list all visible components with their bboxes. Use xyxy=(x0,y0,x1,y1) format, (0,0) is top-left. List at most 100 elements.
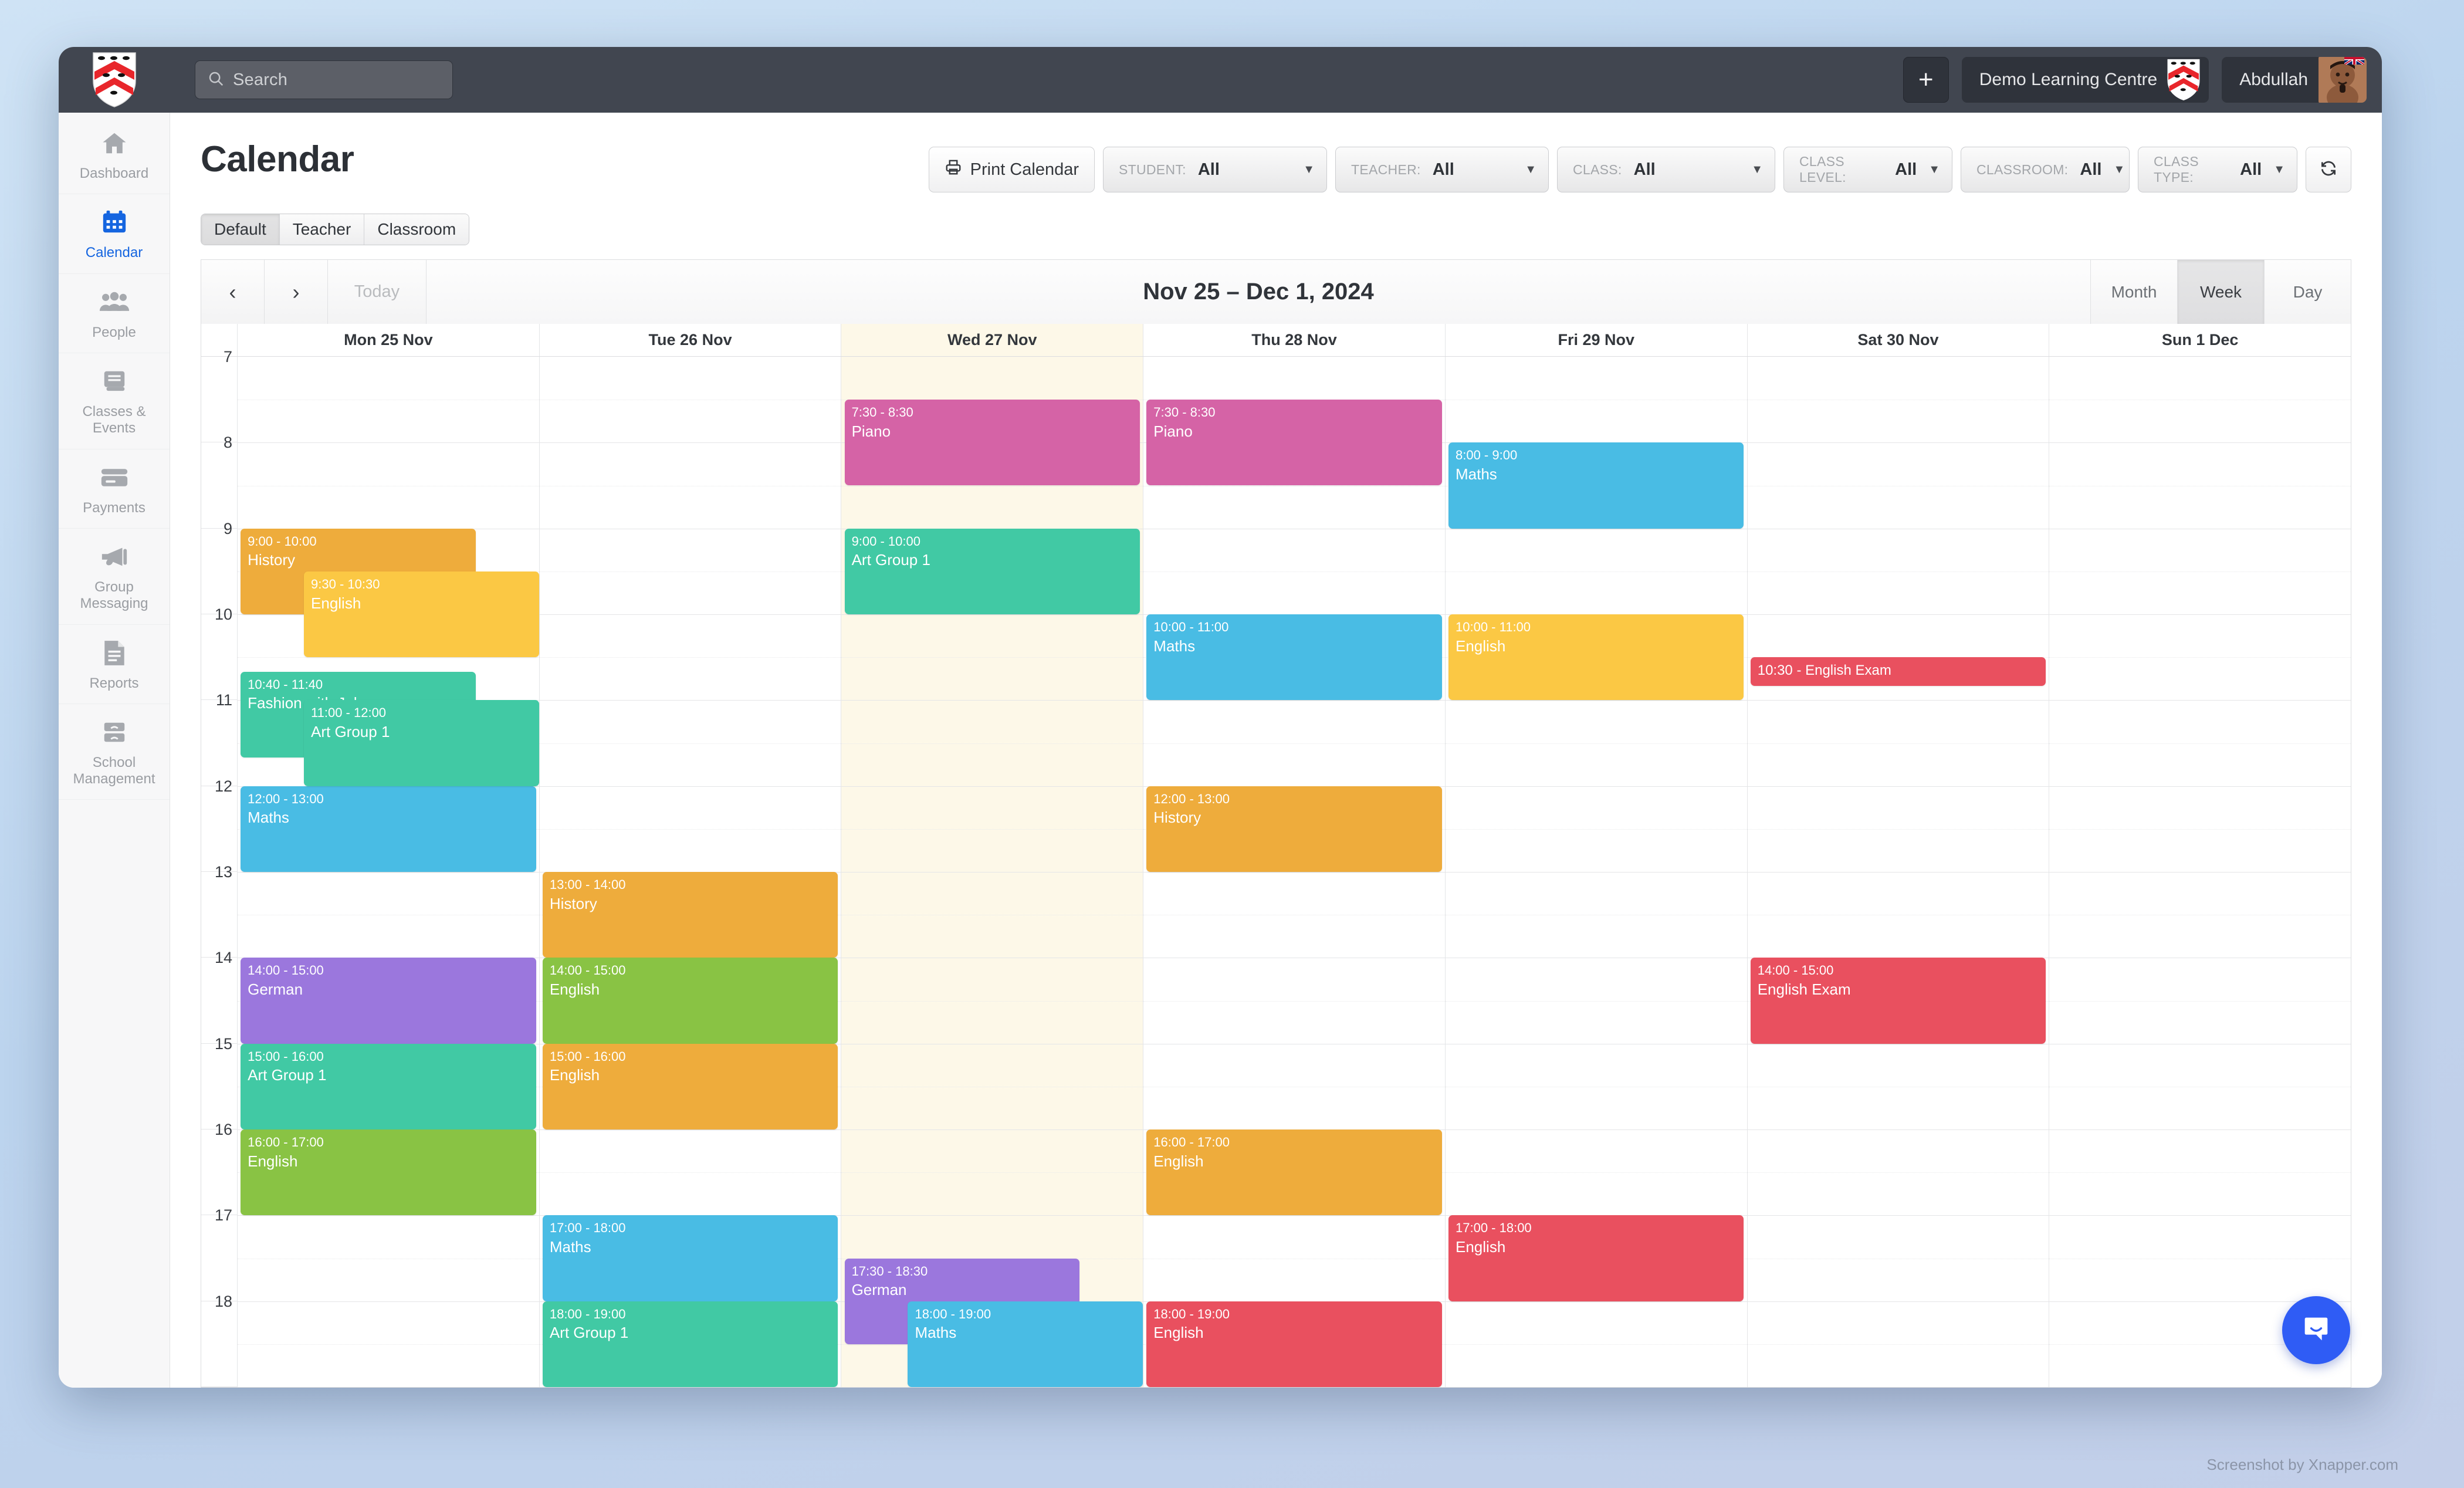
calendar-event[interactable]: 15:00 - 16:00 English xyxy=(542,1043,838,1129)
calendar-event[interactable]: 17:00 - 18:00 Maths xyxy=(542,1215,838,1301)
calendar-event[interactable]: 16:00 - 17:00 English xyxy=(1146,1129,1442,1216)
event-time: 12:00 - 13:00 xyxy=(1153,791,1230,806)
day-column-1[interactable]: 13:00 - 14:00 History 14:00 - 15:00 English… xyxy=(539,357,842,1387)
hour-label-text: 12 xyxy=(214,777,232,795)
tab-teacher[interactable]: Teacher xyxy=(279,214,365,245)
calendar-event[interactable]: 17:00 - 18:00 English xyxy=(1448,1215,1744,1301)
hour-gridline xyxy=(841,1215,1143,1216)
previous-week-button[interactable]: ‹ xyxy=(201,260,265,324)
event-time: 10:00 - 11:00 xyxy=(1456,620,1531,634)
day-header-4[interactable]: Fri 29 Nov xyxy=(1446,324,1748,356)
document-icon xyxy=(63,638,165,668)
calendar-event[interactable]: 10:30 - English Exam xyxy=(1750,657,2046,686)
filter-teacher[interactable]: TEACHER: All ▼ xyxy=(1335,147,1549,192)
calendar-event[interactable]: 12:00 - 13:00 Maths xyxy=(241,786,536,872)
day-header-6[interactable]: Sun 1 Dec xyxy=(2049,324,2351,356)
day-header-1[interactable]: Tue 26 Nov xyxy=(540,324,842,356)
view-button-month[interactable]: Month xyxy=(2090,260,2177,324)
chevron-down-icon: ▼ xyxy=(1303,163,1315,176)
sidebar-item-group-messaging[interactable]: Group Messaging xyxy=(59,529,170,625)
chat-widget-button[interactable] xyxy=(2282,1296,2350,1364)
calendar-event[interactable]: 7:30 - 8:30 Piano xyxy=(1146,400,1442,486)
sidebar-item-people[interactable]: People xyxy=(59,274,170,353)
brand-logo[interactable] xyxy=(59,52,170,108)
tab-classroom[interactable]: Classroom xyxy=(364,214,469,245)
calendar-event[interactable]: 18:00 - 19:00 English xyxy=(1146,1301,1442,1387)
filter-classroom[interactable]: CLASSROOM: All ▼ xyxy=(1961,147,2130,192)
calendar-event[interactable]: 9:30 - 10:30 English xyxy=(304,571,539,658)
calendar-event[interactable]: 18:00 - 19:00 Art Group 1 xyxy=(542,1301,838,1387)
filter-student[interactable]: STUDENT: All ▼ xyxy=(1103,147,1327,192)
sidebar-item-reports[interactable]: Reports xyxy=(59,625,170,704)
calendar-event[interactable]: 8:00 - 9:00 Maths xyxy=(1448,442,1744,529)
calendar-event[interactable]: 12:00 - 13:00 History xyxy=(1146,786,1442,872)
day-header-0[interactable]: Mon 25 Nov xyxy=(238,324,540,356)
calendar-event[interactable]: 15:00 - 16:00 Art Group 1 xyxy=(241,1043,536,1129)
calendar-event[interactable]: 10:00 - 11:00 English xyxy=(1448,614,1744,701)
calendar-event[interactable]: 9:00 - 10:00 Art Group 1 xyxy=(844,528,1140,614)
day-header-2[interactable]: Wed 27 Nov xyxy=(841,324,1144,356)
day-header-5[interactable]: Sat 30 Nov xyxy=(1748,324,2050,356)
hour-label-text: 15 xyxy=(214,1034,232,1053)
half-hour-gridline xyxy=(1445,1172,1747,1174)
filter-class-level[interactable]: CLASS LEVEL: All ▼ xyxy=(1783,147,1952,192)
next-week-button[interactable]: › xyxy=(265,260,328,324)
sidebar-item-calendar[interactable]: Calendar xyxy=(59,194,170,274)
event-title: Art Group 1 xyxy=(311,723,390,741)
user-menu[interactable]: Abdullah xyxy=(2222,57,2367,103)
event-time: 9:00 - 10:00 xyxy=(851,533,920,549)
hour-gridline xyxy=(1747,1301,2049,1302)
today-button[interactable]: Today xyxy=(328,260,427,324)
classes-icon xyxy=(63,366,165,397)
calendar-event[interactable]: 18:00 - 19:00 Maths xyxy=(908,1301,1143,1387)
organisation-switcher[interactable]: Demo Learning Centre xyxy=(1961,57,2209,103)
filters-toolbar: Print Calendar STUDENT: All ▼ TEACHER: All ▼ C… xyxy=(928,134,2351,192)
calendar-event[interactable]: 16:00 - 17:00 English xyxy=(241,1129,536,1216)
half-hour-gridline xyxy=(1747,571,2049,572)
hour-gridline xyxy=(238,1301,539,1302)
calendar-event[interactable]: 14:00 - 15:00 English Exam xyxy=(1750,958,2046,1044)
day-column-2[interactable]: 7:30 - 8:30 Piano 9:00 - 10:00 Art Group 1 1… xyxy=(841,357,1144,1387)
sidebar-item-payments[interactable]: Payments xyxy=(59,449,170,529)
hour-gridline xyxy=(1445,786,1747,787)
hour-gridline xyxy=(1747,1129,2049,1130)
calendar-event[interactable]: 14:00 - 15:00 German xyxy=(241,958,536,1044)
event-title: English xyxy=(248,1152,298,1170)
hour-gridline xyxy=(2049,786,2351,787)
event-title: Maths xyxy=(1456,465,1497,483)
calendar-event[interactable]: 7:30 - 8:30 Piano xyxy=(844,400,1140,486)
calendar-event[interactable]: 11:00 - 12:00 Art Group 1 xyxy=(304,700,539,786)
sidebar-item-school-management[interactable]: School Management xyxy=(59,704,170,800)
filter-class[interactable]: CLASS: All ▼ xyxy=(1557,147,1775,192)
calendar-event[interactable]: 10:00 - 11:00 Maths xyxy=(1146,614,1442,701)
event-time: 7:30 - 8:30 xyxy=(1153,405,1216,420)
hour-label-text: 11 xyxy=(215,691,232,709)
hour-label-text: 8 xyxy=(223,434,232,452)
language-flag-icon xyxy=(2344,57,2364,65)
refresh-button[interactable] xyxy=(2306,147,2351,192)
search-input[interactable]: Search xyxy=(195,60,453,99)
print-calendar-button[interactable]: Print Calendar xyxy=(928,147,1095,192)
day-column-0[interactable]: 9:00 - 10:00 History 9:30 - 10:30 English 10… xyxy=(238,357,540,1387)
view-button-week[interactable]: Week xyxy=(2177,260,2264,324)
half-hour-gridline xyxy=(1143,743,1445,744)
sidebar-item-dashboard[interactable]: Dashboard xyxy=(59,115,170,195)
search-placeholder: Search xyxy=(233,70,288,89)
calendar-event[interactable]: 13:00 - 14:00 History xyxy=(542,872,838,958)
filter-class-type[interactable]: CLASS TYPE: All ▼ xyxy=(2138,147,2297,192)
half-hour-gridline xyxy=(2049,1172,2351,1174)
day-column-5[interactable]: 10:30 - English Exam 14:00 - 15:00 English… xyxy=(1747,357,2050,1387)
tab-default[interactable]: Default xyxy=(201,214,280,245)
day-column-6[interactable] xyxy=(2049,357,2351,1387)
day-header-3[interactable]: Thu 28 Nov xyxy=(1143,324,1446,356)
view-button-day[interactable]: Day xyxy=(2264,260,2351,324)
hour-label-8: 8 xyxy=(201,434,237,529)
event-time: 7:30 - 8:30 xyxy=(851,405,913,420)
sidebar-item-classes-events[interactable]: Classes & Events xyxy=(59,353,170,449)
add-button[interactable]: + xyxy=(1903,57,1949,103)
hour-label-18: 18 xyxy=(201,1293,237,1387)
day-column-4[interactable]: 8:00 - 9:00 Maths 10:00 - 11:00 English 17:0… xyxy=(1445,357,1748,1387)
day-column-3[interactable]: 7:30 - 8:30 Piano 10:00 - 11:00 Maths 12:00 … xyxy=(1143,357,1446,1387)
half-hour-gridline xyxy=(841,1000,1143,1002)
calendar-event[interactable]: 14:00 - 15:00 English xyxy=(542,958,838,1044)
